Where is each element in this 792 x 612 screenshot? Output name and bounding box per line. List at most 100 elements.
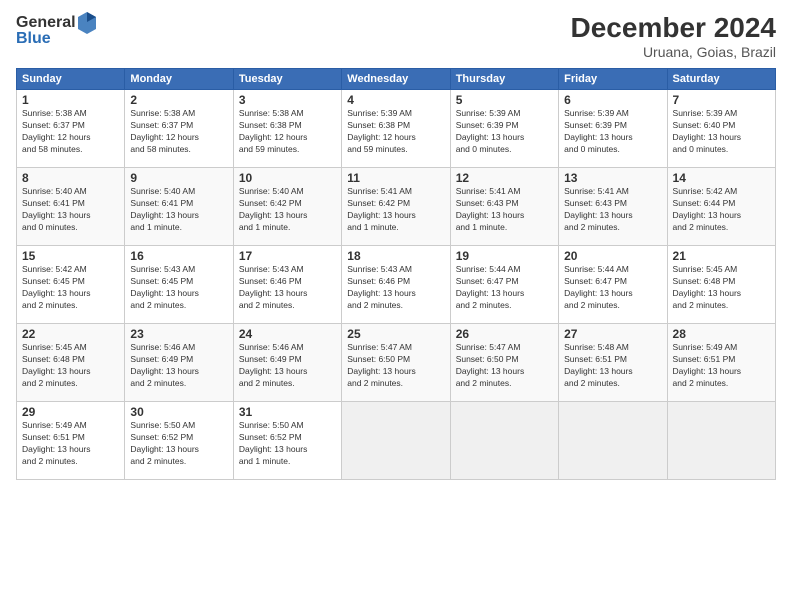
subtitle: Uruana, Goias, Brazil — [571, 44, 776, 60]
title-block: December 2024 Uruana, Goias, Brazil — [571, 12, 776, 60]
table-row — [559, 402, 667, 480]
header: General Blue December 2024 Uruana, Goias… — [16, 12, 776, 60]
day-number: 10 — [239, 171, 336, 185]
calendar-table: Sunday Monday Tuesday Wednesday Thursday… — [16, 68, 776, 480]
calendar-week-row: 8Sunrise: 5:40 AMSunset: 6:41 PMDaylight… — [17, 168, 776, 246]
table-row: 16Sunrise: 5:43 AMSunset: 6:45 PMDayligh… — [125, 246, 233, 324]
day-number: 4 — [347, 93, 444, 107]
day-number: 20 — [564, 249, 661, 263]
day-number: 29 — [22, 405, 119, 419]
day-info: Sunrise: 5:43 AMSunset: 6:45 PMDaylight:… — [130, 264, 227, 312]
day-number: 17 — [239, 249, 336, 263]
logo-icon — [78, 12, 96, 34]
table-row: 10Sunrise: 5:40 AMSunset: 6:42 PMDayligh… — [233, 168, 341, 246]
day-number: 28 — [673, 327, 770, 341]
day-number: 12 — [456, 171, 553, 185]
page-container: General Blue December 2024 Uruana, Goias… — [0, 0, 792, 612]
day-info: Sunrise: 5:38 AMSunset: 6:37 PMDaylight:… — [130, 108, 227, 156]
calendar-header-row: Sunday Monday Tuesday Wednesday Thursday… — [17, 69, 776, 90]
day-info: Sunrise: 5:45 AMSunset: 6:48 PMDaylight:… — [22, 342, 119, 390]
day-info: Sunrise: 5:50 AMSunset: 6:52 PMDaylight:… — [239, 420, 336, 468]
table-row: 2Sunrise: 5:38 AMSunset: 6:37 PMDaylight… — [125, 90, 233, 168]
day-info: Sunrise: 5:39 AMSunset: 6:40 PMDaylight:… — [673, 108, 770, 156]
day-info: Sunrise: 5:45 AMSunset: 6:48 PMDaylight:… — [673, 264, 770, 312]
day-number: 13 — [564, 171, 661, 185]
table-row: 11Sunrise: 5:41 AMSunset: 6:42 PMDayligh… — [342, 168, 450, 246]
calendar-week-row: 29Sunrise: 5:49 AMSunset: 6:51 PMDayligh… — [17, 402, 776, 480]
table-row: 13Sunrise: 5:41 AMSunset: 6:43 PMDayligh… — [559, 168, 667, 246]
table-row: 12Sunrise: 5:41 AMSunset: 6:43 PMDayligh… — [450, 168, 558, 246]
day-info: Sunrise: 5:38 AMSunset: 6:38 PMDaylight:… — [239, 108, 336, 156]
table-row: 30Sunrise: 5:50 AMSunset: 6:52 PMDayligh… — [125, 402, 233, 480]
day-info: Sunrise: 5:41 AMSunset: 6:43 PMDaylight:… — [564, 186, 661, 234]
day-number: 25 — [347, 327, 444, 341]
table-row: 24Sunrise: 5:46 AMSunset: 6:49 PMDayligh… — [233, 324, 341, 402]
table-row: 1Sunrise: 5:38 AMSunset: 6:37 PMDaylight… — [17, 90, 125, 168]
col-friday: Friday — [559, 69, 667, 90]
day-number: 14 — [673, 171, 770, 185]
day-number: 5 — [456, 93, 553, 107]
logo: General Blue — [16, 12, 98, 48]
day-info: Sunrise: 5:39 AMSunset: 6:39 PMDaylight:… — [456, 108, 553, 156]
day-info: Sunrise: 5:47 AMSunset: 6:50 PMDaylight:… — [456, 342, 553, 390]
day-info: Sunrise: 5:40 AMSunset: 6:41 PMDaylight:… — [130, 186, 227, 234]
table-row: 22Sunrise: 5:45 AMSunset: 6:48 PMDayligh… — [17, 324, 125, 402]
day-number: 24 — [239, 327, 336, 341]
day-number: 1 — [22, 93, 119, 107]
table-row: 20Sunrise: 5:44 AMSunset: 6:47 PMDayligh… — [559, 246, 667, 324]
day-number: 27 — [564, 327, 661, 341]
col-thursday: Thursday — [450, 69, 558, 90]
day-info: Sunrise: 5:40 AMSunset: 6:42 PMDaylight:… — [239, 186, 336, 234]
day-number: 19 — [456, 249, 553, 263]
day-number: 3 — [239, 93, 336, 107]
col-tuesday: Tuesday — [233, 69, 341, 90]
day-info: Sunrise: 5:48 AMSunset: 6:51 PMDaylight:… — [564, 342, 661, 390]
day-number: 15 — [22, 249, 119, 263]
table-row: 27Sunrise: 5:48 AMSunset: 6:51 PMDayligh… — [559, 324, 667, 402]
day-number: 16 — [130, 249, 227, 263]
day-info: Sunrise: 5:41 AMSunset: 6:42 PMDaylight:… — [347, 186, 444, 234]
day-info: Sunrise: 5:39 AMSunset: 6:39 PMDaylight:… — [564, 108, 661, 156]
day-info: Sunrise: 5:50 AMSunset: 6:52 PMDaylight:… — [130, 420, 227, 468]
table-row: 9Sunrise: 5:40 AMSunset: 6:41 PMDaylight… — [125, 168, 233, 246]
table-row: 4Sunrise: 5:39 AMSunset: 6:38 PMDaylight… — [342, 90, 450, 168]
day-info: Sunrise: 5:44 AMSunset: 6:47 PMDaylight:… — [456, 264, 553, 312]
table-row — [342, 402, 450, 480]
col-saturday: Saturday — [667, 69, 775, 90]
calendar-week-row: 22Sunrise: 5:45 AMSunset: 6:48 PMDayligh… — [17, 324, 776, 402]
table-row: 6Sunrise: 5:39 AMSunset: 6:39 PMDaylight… — [559, 90, 667, 168]
calendar-week-row: 1 Sunrise: 5:38 AMSunset: 6:37 PMDaylight… — [17, 90, 776, 168]
day-info: Sunrise: 5:40 AMSunset: 6:41 PMDaylight:… — [22, 186, 119, 234]
col-wednesday: Wednesday — [342, 69, 450, 90]
day-number: 8 — [22, 171, 119, 185]
day-info: Sunrise: 5:46 AMSunset: 6:49 PMDaylight:… — [239, 342, 336, 390]
day-info: Sunrise: 5:47 AMSunset: 6:50 PMDaylight:… — [347, 342, 444, 390]
table-row: 18Sunrise: 5:43 AMSunset: 6:46 PMDayligh… — [342, 246, 450, 324]
day-info: Sunrise: 5:41 AMSunset: 6:43 PMDaylight:… — [456, 186, 553, 234]
table-row: 7Sunrise: 5:39 AMSunset: 6:40 PMDaylight… — [667, 90, 775, 168]
day-number: 31 — [239, 405, 336, 419]
day-info: Sunrise: 5:49 AMSunset: 6:51 PMDaylight:… — [673, 342, 770, 390]
day-number: 7 — [673, 93, 770, 107]
day-number: 21 — [673, 249, 770, 263]
day-number: 26 — [456, 327, 553, 341]
table-row — [667, 402, 775, 480]
table-row: 5Sunrise: 5:39 AMSunset: 6:39 PMDaylight… — [450, 90, 558, 168]
table-row: 8Sunrise: 5:40 AMSunset: 6:41 PMDaylight… — [17, 168, 125, 246]
day-number: 11 — [347, 171, 444, 185]
day-number: 18 — [347, 249, 444, 263]
day-number: 2 — [130, 93, 227, 107]
day-number: 9 — [130, 171, 227, 185]
table-row: 14Sunrise: 5:42 AMSunset: 6:44 PMDayligh… — [667, 168, 775, 246]
day-info: Sunrise: 5:43 AMSunset: 6:46 PMDaylight:… — [239, 264, 336, 312]
table-row: 15Sunrise: 5:42 AMSunset: 6:45 PMDayligh… — [17, 246, 125, 324]
table-row: 25Sunrise: 5:47 AMSunset: 6:50 PMDayligh… — [342, 324, 450, 402]
day-info: Sunrise: 5:42 AMSunset: 6:44 PMDaylight:… — [673, 186, 770, 234]
day-number: 22 — [22, 327, 119, 341]
day-info: Sunrise: 5:42 AMSunset: 6:45 PMDaylight:… — [22, 264, 119, 312]
month-title: December 2024 — [571, 12, 776, 44]
day-info: Sunrise: 5:44 AMSunset: 6:47 PMDaylight:… — [564, 264, 661, 312]
table-row: 28Sunrise: 5:49 AMSunset: 6:51 PMDayligh… — [667, 324, 775, 402]
col-sunday: Sunday — [17, 69, 125, 90]
table-row — [450, 402, 558, 480]
